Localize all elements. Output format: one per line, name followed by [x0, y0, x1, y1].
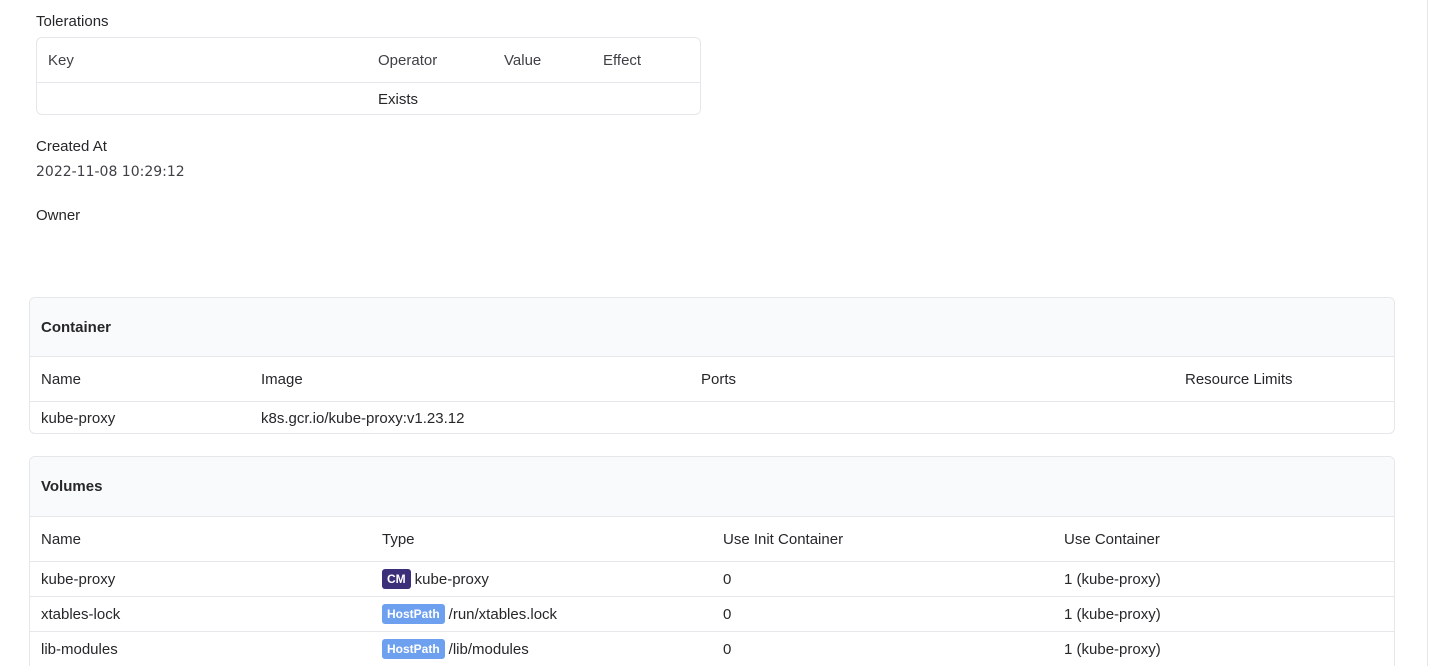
table-row: kube-proxy k8s.gcr.io/kube-proxy:v1.23.1… [30, 402, 1394, 433]
volume-type: CM kube-proxy [382, 562, 489, 596]
hostpath-badge: HostPath [382, 639, 445, 659]
toleration-operator: Exists [378, 90, 419, 108]
created-at-label: Created At [36, 138, 107, 155]
header-resource-limits: Resource Limits [1185, 370, 1293, 388]
tolerations-table-header: Key Operator Value Effect [37, 38, 700, 83]
volume-use-container: 1 (kube-proxy) [1064, 640, 1161, 658]
volume-type-value: /lib/modules [448, 640, 529, 658]
created-at-value: 2022-11-08 10:29:12 [36, 164, 185, 180]
table-row: xtables-lock HostPath /run/xtables.lock … [30, 597, 1394, 632]
container-image: k8s.gcr.io/kube-proxy:v1.23.12 [261, 409, 465, 427]
container-card-title: Container [30, 298, 1394, 357]
volume-type-value: kube-proxy [414, 570, 489, 588]
table-row: Exists [37, 83, 700, 114]
header-ports: Ports [701, 370, 737, 388]
header-name: Name [41, 370, 82, 388]
header-use-init-container: Use Init Container [723, 530, 844, 548]
volume-use-container: 1 (kube-proxy) [1064, 605, 1161, 623]
owner-label: Owner [36, 207, 81, 224]
volumes-card-title: Volumes [30, 457, 1394, 517]
volume-type: HostPath /lib/modules [382, 632, 529, 666]
volume-name: lib-modules [41, 640, 118, 658]
volume-use-container: 1 (kube-proxy) [1064, 570, 1161, 588]
volume-type: HostPath /run/xtables.lock [382, 597, 557, 631]
header-effect: Effect [603, 51, 642, 69]
header-operator: Operator [378, 51, 438, 69]
table-row: lib-modules HostPath /lib/modules 0 1 (k… [30, 632, 1394, 666]
volume-use-init-container: 0 [723, 605, 732, 623]
configmap-badge: CM [382, 569, 411, 589]
volume-use-init-container: 0 [723, 570, 732, 588]
table-row: kube-proxy CM kube-proxy 0 1 (kube-proxy… [30, 562, 1394, 597]
header-image: Image [261, 370, 303, 388]
volume-name: kube-proxy [41, 570, 116, 588]
header-type: Type [382, 530, 415, 548]
volume-name: xtables-lock [41, 605, 121, 623]
tolerations-table: Key Operator Value Effect Exists [36, 37, 701, 115]
volume-type-value: /run/xtables.lock [448, 605, 558, 623]
volumes-table-header: Name Type Use Init Container Use Contain… [30, 517, 1394, 562]
container-card: Container Name Image Ports Resource Limi… [29, 297, 1395, 434]
header-use-container: Use Container [1064, 530, 1160, 548]
page-right-border [1427, 0, 1428, 666]
volume-use-init-container: 0 [723, 640, 732, 658]
header-key: Key [48, 51, 74, 69]
container-table-header: Name Image Ports Resource Limits [30, 357, 1394, 402]
container-name: kube-proxy [41, 409, 116, 427]
header-value: Value [504, 51, 542, 69]
header-name: Name [41, 530, 82, 548]
hostpath-badge: HostPath [382, 604, 445, 624]
tolerations-label: Tolerations [36, 13, 109, 30]
volumes-card: Volumes Name Type Use Init Container Use… [29, 456, 1395, 666]
